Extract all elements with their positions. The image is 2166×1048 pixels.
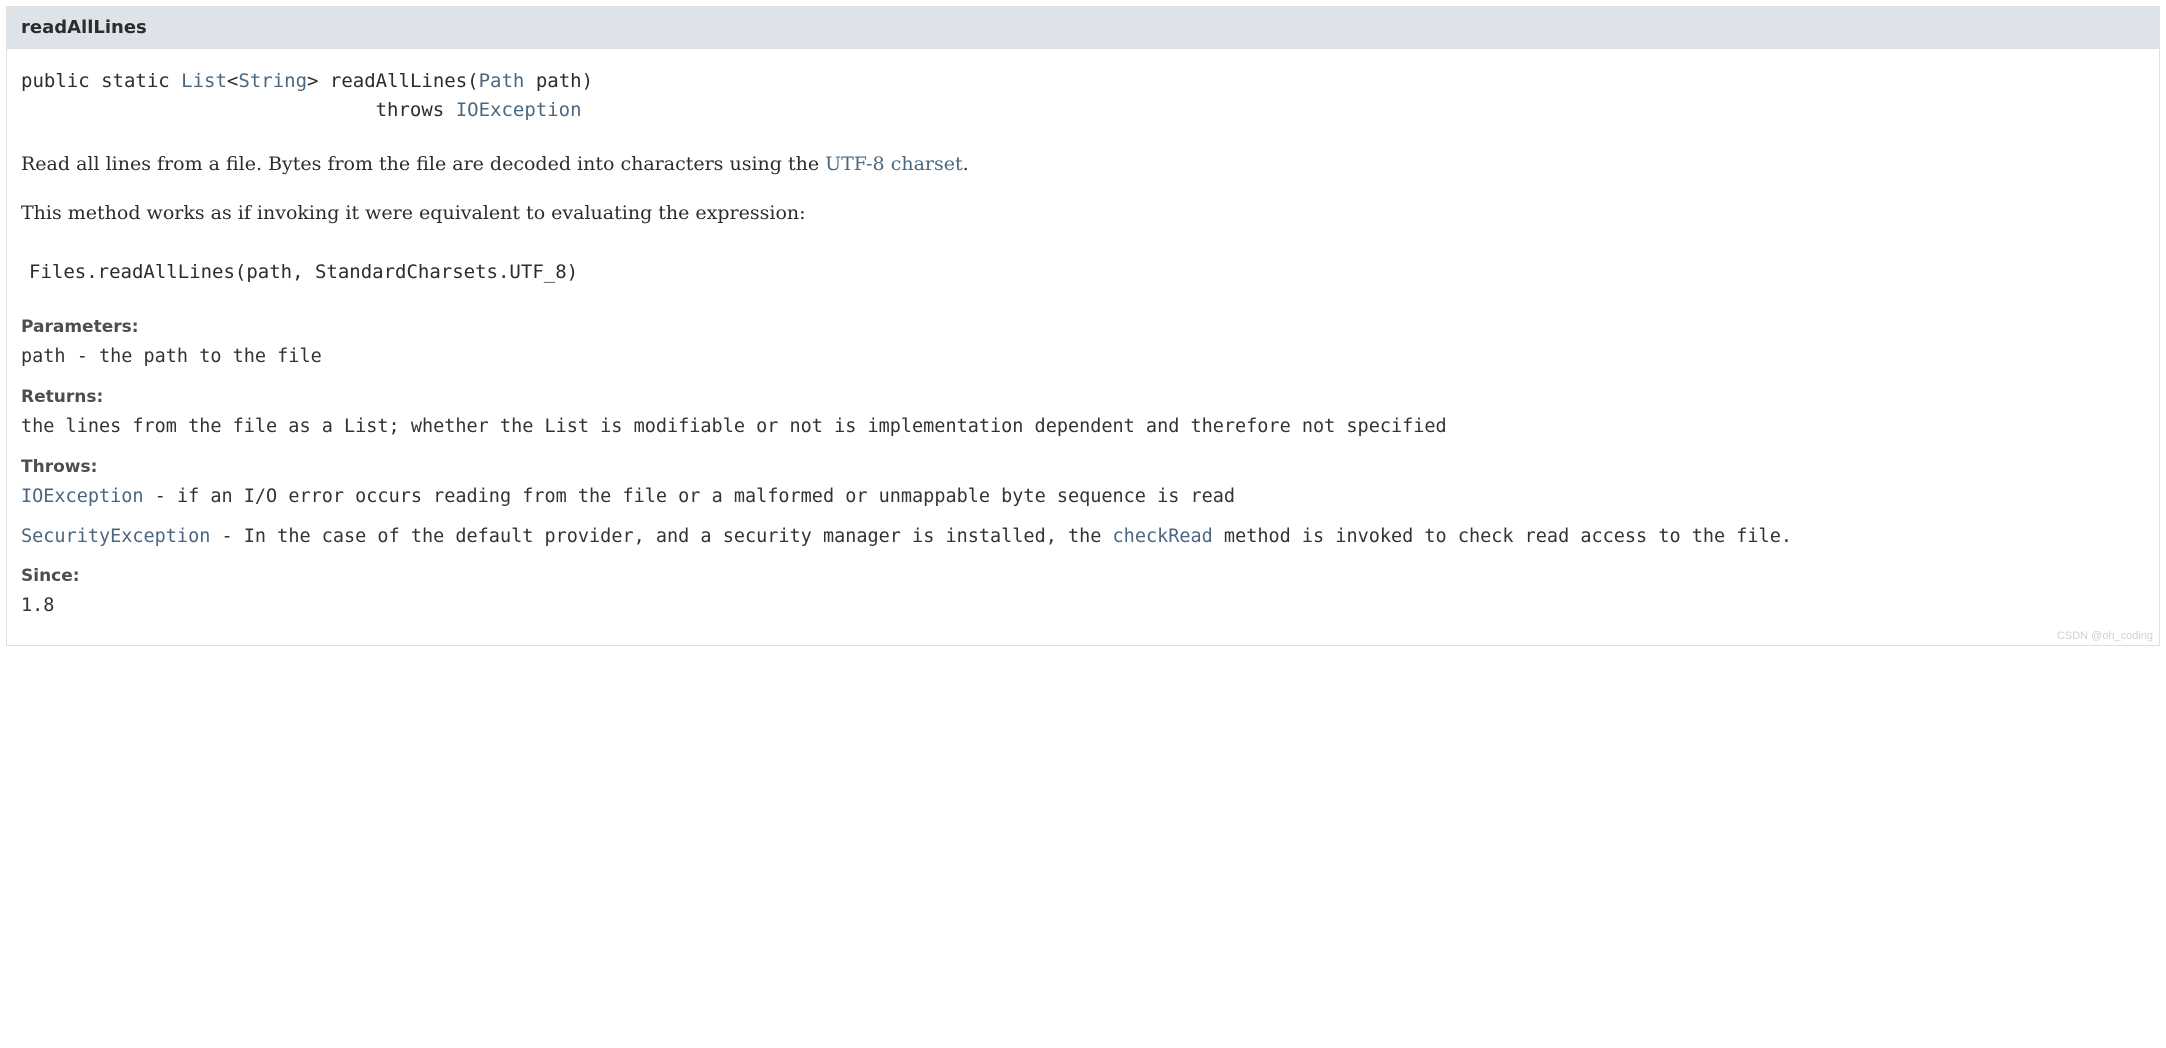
path-type-link[interactable]: Path — [479, 70, 525, 92]
checkread-link[interactable]: checkRead — [1113, 526, 1213, 547]
method-header: readAllLines — [7, 7, 2159, 49]
securityexception-link[interactable]: SecurityException — [21, 526, 210, 547]
equivalent-code: Files.readAllLines(path, StandardCharset… — [29, 257, 2145, 287]
throws-securityexception: SecurityException - In the case of the d… — [21, 523, 2145, 551]
method-body: public static List<String> readAllLines(… — [7, 49, 2159, 628]
utf8-charset-link[interactable]: UTF-8 charset — [825, 153, 962, 175]
throws-ioexception: IOException - if an I/O error occurs rea… — [21, 483, 2145, 511]
ioexception-link[interactable]: IOException — [21, 486, 144, 507]
method-description-2: This method works as if invoking it were… — [21, 199, 2145, 228]
parameters-label: Parameters: — [21, 317, 2145, 337]
method-description-1: Read all lines from a file. Bytes from t… — [21, 150, 2145, 179]
watermark: CSDN @oh_coding — [7, 628, 2159, 645]
javadoc-method-block: readAllLines public static List<String> … — [6, 6, 2160, 646]
parameters-text: path - the path to the file — [21, 343, 2145, 371]
returns-label: Returns: — [21, 387, 2145, 407]
string-type-link[interactable]: String — [238, 70, 307, 92]
returns-text: the lines from the file as a List; wheth… — [21, 413, 2145, 441]
throws-label: Throws: — [21, 457, 2145, 477]
since-text: 1.8 — [21, 592, 2145, 620]
list-type-link[interactable]: List — [181, 70, 227, 92]
ioexception-type-link[interactable]: IOException — [456, 99, 582, 121]
method-signature: public static List<String> readAllLines(… — [21, 67, 2145, 124]
since-label: Since: — [21, 566, 2145, 586]
definition-list: Parameters: path - the path to the file … — [21, 317, 2145, 620]
method-name: readAllLines — [21, 17, 2145, 38]
